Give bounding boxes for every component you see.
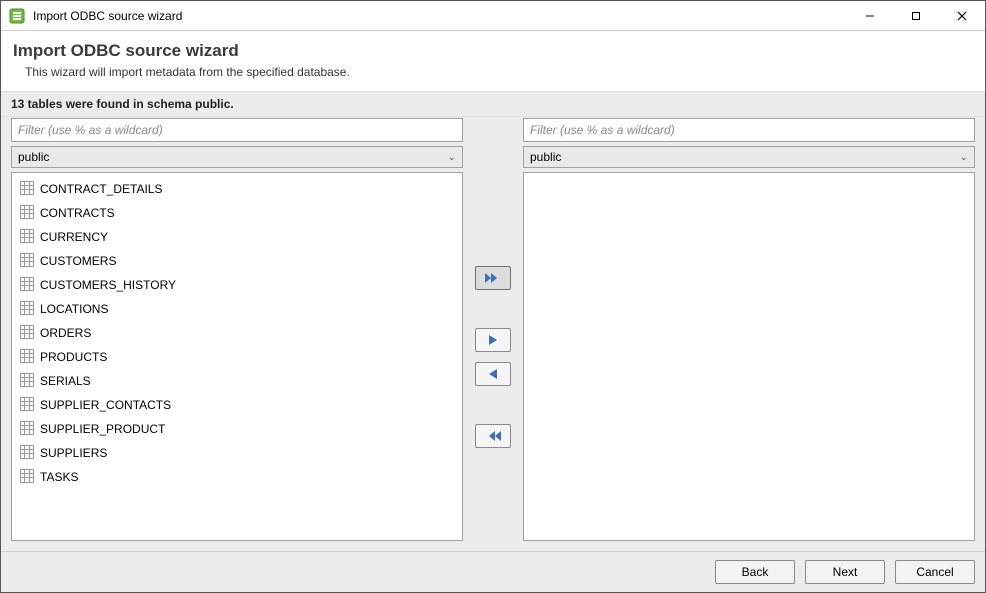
table-icon bbox=[20, 349, 34, 366]
arrow-left-icon bbox=[486, 367, 500, 381]
table-item[interactable]: SERIALS bbox=[12, 369, 462, 393]
right-schema-value: public bbox=[530, 150, 561, 164]
chevron-down-icon: ⌄ bbox=[960, 152, 968, 163]
window-title: Import ODBC source wizard bbox=[33, 9, 847, 23]
table-label: SERIALS bbox=[40, 374, 91, 388]
table-item[interactable]: CONTRACT_DETAILS bbox=[12, 177, 462, 201]
right-filter-input[interactable] bbox=[523, 118, 975, 142]
double-arrow-left-icon bbox=[484, 429, 502, 443]
table-item[interactable]: TASKS bbox=[12, 465, 462, 489]
table-icon bbox=[20, 469, 34, 486]
back-button[interactable]: Back bbox=[715, 560, 795, 584]
table-label: CUSTOMERS bbox=[40, 254, 116, 268]
chevron-down-icon: ⌄ bbox=[448, 152, 456, 163]
close-button[interactable] bbox=[939, 1, 985, 30]
table-item[interactable]: CONTRACTS bbox=[12, 201, 462, 225]
content-area: public ⌄ CONTRACT_DETAILS CONTRACTS CURREN… bbox=[1, 117, 985, 551]
available-tables-list[interactable]: CONTRACT_DETAILS CONTRACTS CURRENCY CUSTOME… bbox=[11, 172, 463, 541]
cancel-button[interactable]: Cancel bbox=[895, 560, 975, 584]
remove-all-button[interactable] bbox=[475, 424, 511, 448]
selected-tables-panel: public ⌄ bbox=[523, 118, 975, 541]
table-item[interactable]: CUSTOMERS_HISTORY bbox=[12, 273, 462, 297]
left-schema-value: public bbox=[18, 150, 49, 164]
status-message: 13 tables were found in schema public. bbox=[1, 91, 985, 117]
right-schema-select[interactable]: public ⌄ bbox=[523, 146, 975, 168]
table-icon bbox=[20, 373, 34, 390]
add-all-button[interactable] bbox=[475, 266, 511, 290]
left-filter-input[interactable] bbox=[11, 118, 463, 142]
page-subtitle: This wizard will import metadata from th… bbox=[25, 65, 973, 79]
table-item[interactable]: CURRENCY bbox=[12, 225, 462, 249]
table-item[interactable]: SUPPLIER_CONTACTS bbox=[12, 393, 462, 417]
table-icon bbox=[20, 181, 34, 198]
title-bar: Import ODBC source wizard bbox=[1, 1, 985, 31]
table-label: CUSTOMERS_HISTORY bbox=[40, 278, 176, 292]
table-icon bbox=[20, 325, 34, 342]
table-label: SUPPLIER_CONTACTS bbox=[40, 398, 171, 412]
table-label: CONTRACTS bbox=[40, 206, 115, 220]
table-icon bbox=[20, 205, 34, 222]
table-label: ORDERS bbox=[40, 326, 91, 340]
table-item[interactable]: ORDERS bbox=[12, 321, 462, 345]
table-icon bbox=[20, 277, 34, 294]
footer-buttons: Back Next Cancel bbox=[1, 551, 985, 592]
next-button[interactable]: Next bbox=[805, 560, 885, 584]
table-icon bbox=[20, 445, 34, 462]
table-label: CONTRACT_DETAILS bbox=[40, 182, 162, 196]
table-icon bbox=[20, 301, 34, 318]
table-icon bbox=[20, 397, 34, 414]
remove-one-button[interactable] bbox=[475, 362, 511, 386]
double-arrow-right-icon bbox=[484, 271, 502, 285]
table-label: CURRENCY bbox=[40, 230, 108, 244]
table-label: SUPPLIER_PRODUCT bbox=[40, 422, 165, 436]
table-icon bbox=[20, 421, 34, 438]
app-icon bbox=[9, 8, 25, 24]
window-controls bbox=[847, 1, 985, 30]
table-item[interactable]: SUPPLIER_PRODUCT bbox=[12, 417, 462, 441]
table-icon bbox=[20, 229, 34, 246]
table-label: TASKS bbox=[40, 470, 78, 484]
available-tables-panel: public ⌄ CONTRACT_DETAILS CONTRACTS CURREN… bbox=[11, 118, 463, 541]
selected-tables-list[interactable] bbox=[523, 172, 975, 541]
table-icon bbox=[20, 253, 34, 270]
dialog-window: Import ODBC source wizard Import ODBC so… bbox=[0, 0, 986, 593]
maximize-button[interactable] bbox=[893, 1, 939, 30]
table-item[interactable]: PRODUCTS bbox=[12, 345, 462, 369]
minimize-button[interactable] bbox=[847, 1, 893, 30]
left-schema-select[interactable]: public ⌄ bbox=[11, 146, 463, 168]
table-label: PRODUCTS bbox=[40, 350, 107, 364]
table-label: LOCATIONS bbox=[40, 302, 108, 316]
table-label: SUPPLIERS bbox=[40, 446, 107, 460]
page-title: Import ODBC source wizard bbox=[13, 41, 973, 61]
table-item[interactable]: LOCATIONS bbox=[12, 297, 462, 321]
header-section: Import ODBC source wizard This wizard wi… bbox=[1, 31, 985, 91]
transfer-buttons bbox=[463, 172, 523, 541]
table-item[interactable]: SUPPLIERS bbox=[12, 441, 462, 465]
add-one-button[interactable] bbox=[475, 328, 511, 352]
arrow-right-icon bbox=[486, 333, 500, 347]
table-item[interactable]: CUSTOMERS bbox=[12, 249, 462, 273]
